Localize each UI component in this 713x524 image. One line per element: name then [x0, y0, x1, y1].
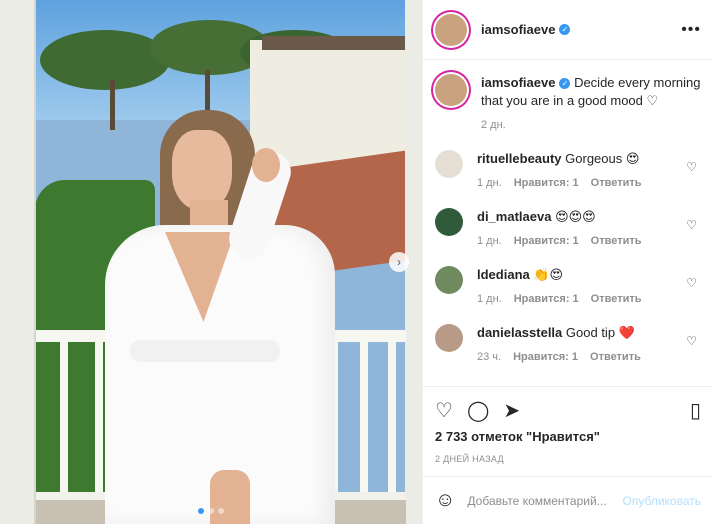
caption-timestamp[interactable]: 2 дн. — [481, 116, 506, 134]
comment-reply-button[interactable]: Ответить — [590, 348, 641, 366]
photo-leg — [210, 470, 250, 524]
photo-baluster — [360, 342, 368, 502]
author-avatar[interactable] — [435, 13, 467, 46]
verified-badge-icon: ✓ — [559, 78, 571, 90]
carousel-dot — [208, 508, 214, 514]
comment-row: ldediana 👏😍 1 дн. Нравится: 1 Ответить ♡ — [435, 266, 701, 308]
commenter-username[interactable]: ldediana — [477, 267, 530, 282]
caption-username[interactable]: iamsofiaeve — [481, 75, 555, 90]
comment-likes[interactable]: Нравится: 1 — [514, 290, 579, 308]
photo-wall — [0, 0, 36, 524]
photo-robe-belt — [130, 340, 280, 362]
comment-timestamp[interactable]: 1 дн. — [477, 290, 502, 308]
comment-icon[interactable]: ◯ — [467, 398, 489, 423]
photo-roof-top — [262, 36, 422, 50]
comment-likes[interactable]: Нравится: 1 — [514, 174, 579, 192]
more-options-icon[interactable]: ••• — [681, 21, 701, 39]
photo-tree — [40, 30, 170, 90]
comment-timestamp[interactable]: 1 дн. — [477, 232, 502, 250]
photo-baluster — [60, 342, 68, 502]
author-avatar[interactable] — [435, 74, 467, 106]
author-username[interactable]: iamsofiaeve — [481, 22, 555, 37]
comment-input[interactable]: Добавьте комментарий... — [467, 494, 622, 508]
comment-row: danielasstella Good tip ❤️ 23 ч. Нравитс… — [435, 324, 701, 366]
share-icon[interactable]: ➤ — [503, 398, 520, 423]
comment-timestamp[interactable]: 23 ч. — [477, 348, 501, 366]
comment-text: Gorgeous 😍 — [565, 151, 640, 166]
instagram-post: › iamsofiaeve ✓ ••• iamsofiaeve ✓ Decide … — [0, 0, 713, 524]
commenter-avatar[interactable] — [435, 208, 463, 236]
carousel-dot — [218, 508, 224, 514]
heart-icon[interactable]: ♡ — [435, 398, 453, 423]
commenter-username[interactable]: di_matlaeva — [477, 209, 551, 224]
likes-count[interactable]: 2 733 отметок "Нравится" — [435, 429, 701, 444]
comment-text: 👏😍 — [533, 267, 564, 282]
post-date[interactable]: 2 ДНЕЙ НАЗАД — [435, 454, 701, 464]
photo-baluster — [388, 342, 396, 502]
comment-likes[interactable]: Нравится: 1 — [514, 232, 579, 250]
comment-reply-button[interactable]: Ответить — [591, 290, 642, 308]
post-actions: ♡ ◯ ➤ ▯ 2 733 отметок "Нравится" 2 ДНЕЙ … — [423, 386, 713, 464]
bookmark-icon[interactable]: ▯ — [690, 398, 701, 423]
verified-badge-icon: ✓ — [559, 24, 571, 35]
photo-baluster — [95, 342, 103, 502]
comment-like-heart-icon[interactable]: ♡ — [686, 276, 697, 290]
carousel-dot — [198, 508, 204, 514]
commenter-avatar[interactable] — [435, 324, 463, 352]
smile-icon[interactable]: ☺ — [435, 489, 455, 512]
photo-face — [172, 130, 232, 210]
comment-reply-button[interactable]: Ответить — [591, 232, 642, 250]
comment-composer: ☺ Добавьте комментарий... Опубликовать — [423, 476, 713, 524]
photo-hand — [252, 148, 280, 182]
chevron-right-icon: › — [397, 255, 401, 269]
commenter-avatar[interactable] — [435, 150, 463, 178]
comment-row: di_matlaeva 😍😍😍 1 дн. Нравится: 1 Ответи… — [435, 208, 701, 250]
post-photo[interactable]: › — [0, 0, 422, 524]
comment-text: 😍😍😍 — [555, 209, 596, 224]
commenter-username[interactable]: rituellebeauty — [477, 151, 562, 166]
post-header: iamsofiaeve ✓ ••• — [423, 0, 713, 60]
publish-button[interactable]: Опубликовать — [623, 494, 701, 508]
caption: iamsofiaeve ✓ Decide every morning that y… — [435, 74, 701, 134]
comment-timestamp[interactable]: 1 дн. — [477, 174, 502, 192]
photo-trunk — [110, 80, 115, 130]
carousel-next-button[interactable]: › — [389, 252, 409, 272]
carousel-indicator — [0, 508, 422, 514]
comment-like-heart-icon[interactable]: ♡ — [686, 160, 697, 174]
comment-text: Good tip ❤️ — [565, 325, 635, 340]
commenter-avatar[interactable] — [435, 266, 463, 294]
post-side-panel: iamsofiaeve ✓ ••• iamsofiaeve ✓ Decide ev… — [422, 0, 713, 524]
comments-list: iamsofiaeve ✓ Decide every morning that y… — [423, 60, 713, 386]
comment-like-heart-icon[interactable]: ♡ — [686, 334, 697, 348]
comment-like-heart-icon[interactable]: ♡ — [686, 218, 697, 232]
commenter-username[interactable]: danielasstella — [477, 325, 562, 340]
comment-row: rituellebeauty Gorgeous 😍 1 дн. Нравится… — [435, 150, 701, 192]
comment-likes[interactable]: Нравится: 1 — [513, 348, 578, 366]
comment-reply-button[interactable]: Ответить — [591, 174, 642, 192]
